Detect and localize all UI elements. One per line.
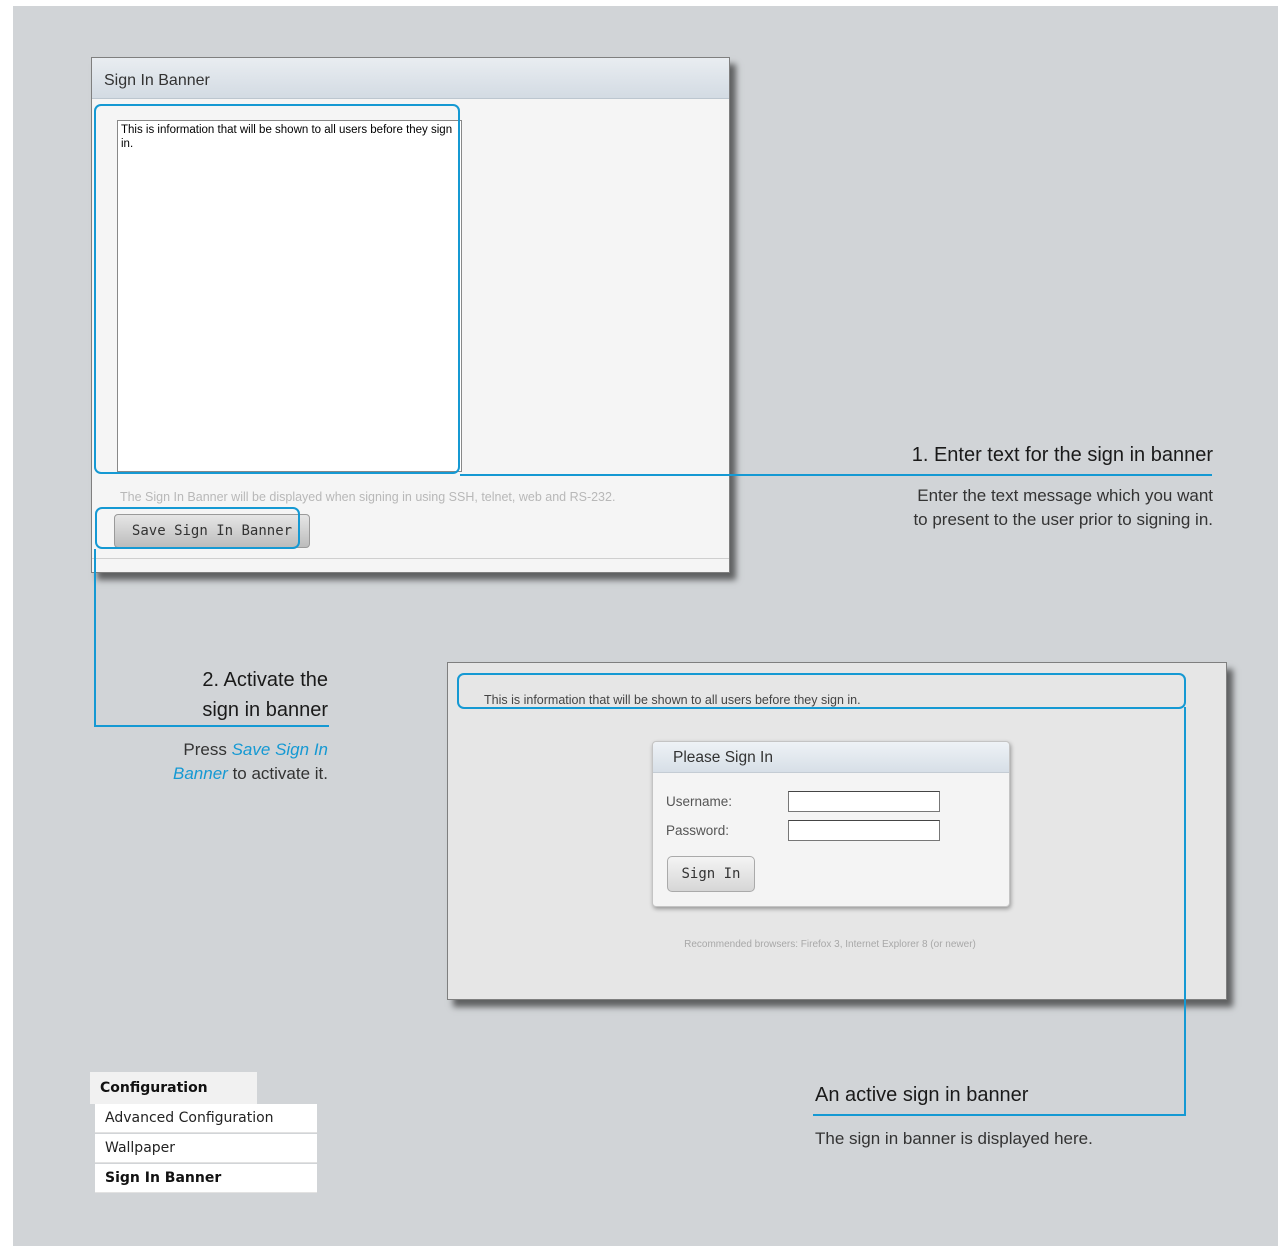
callout-1-desc-line2: to present to the user prior to signing … — [913, 510, 1213, 529]
menu-item-wallpaper[interactable]: Wallpaper — [95, 1134, 317, 1163]
login-box-title: Please Sign In — [673, 749, 773, 766]
divider — [92, 558, 729, 559]
password-label: Password: — [666, 823, 730, 838]
callout-3-description: The sign in banner is displayed here. — [815, 1129, 1093, 1148]
callout-2-line — [94, 725, 329, 727]
login-box-header: Please Sign In — [653, 742, 1009, 773]
login-box: Please Sign In Username: Password: Sign … — [652, 741, 1010, 907]
menu-item-sign-in-banner[interactable]: Sign In Banner — [95, 1164, 317, 1193]
callout-2-link-part1: Save Sign In — [231, 740, 328, 759]
config-menu-header[interactable]: Configuration — [90, 1072, 257, 1104]
page-canvas: Sign In Banner The Sign In Banner will b… — [13, 6, 1278, 1246]
callout-3-title: An active sign in banner — [815, 1084, 1029, 1106]
textarea-highlight — [94, 104, 460, 474]
callout-3-line-vertical — [1184, 707, 1186, 1116]
callout-2-title-line2: sign in banner — [202, 699, 328, 721]
menu-item-advanced-configuration[interactable]: Advanced Configuration — [95, 1104, 317, 1133]
password-input[interactable] — [788, 820, 940, 841]
active-banner-highlight — [457, 673, 1186, 709]
sign-in-page-panel: This is information that will be shown t… — [447, 662, 1227, 1000]
callout-2-end: to activate it. — [232, 764, 328, 783]
callout-1-line — [460, 474, 1212, 476]
callout-2-title-line1: 2. Activate the — [202, 669, 328, 691]
recommended-browsers: Recommended browsers: Firefox 3, Interne… — [684, 939, 976, 950]
callout-2-desc-line2: Banner to activate it. — [93, 762, 328, 786]
callout-1-desc-line1: Enter the text message which you want — [917, 486, 1213, 505]
callout-2-link-part2: Banner — [173, 764, 228, 783]
username-label: Username: — [666, 794, 733, 809]
sign-in-button[interactable]: Sign In — [667, 856, 755, 892]
callout-3-line — [813, 1114, 1186, 1116]
callout-1-description: Enter the text message which you want to… — [773, 484, 1213, 532]
callout-2-line-vertical — [94, 549, 96, 727]
banner-note: The Sign In Banner will be displayed whe… — [120, 490, 616, 504]
callout-2-desc-line1: Press Save Sign In — [93, 738, 328, 762]
save-button-highlight — [95, 507, 300, 549]
callout-1-title: 1. Enter text for the sign in banner — [911, 444, 1213, 466]
callout-2-description: Press Save Sign In Banner to activate it… — [93, 738, 328, 786]
callout-2-press: Press — [183, 740, 227, 759]
username-input[interactable] — [788, 791, 940, 812]
panel-header: Sign In Banner — [92, 58, 729, 99]
panel-title: Sign In Banner — [104, 72, 210, 89]
callout-2-title: 2. Activate the sign in banner — [113, 665, 328, 725]
